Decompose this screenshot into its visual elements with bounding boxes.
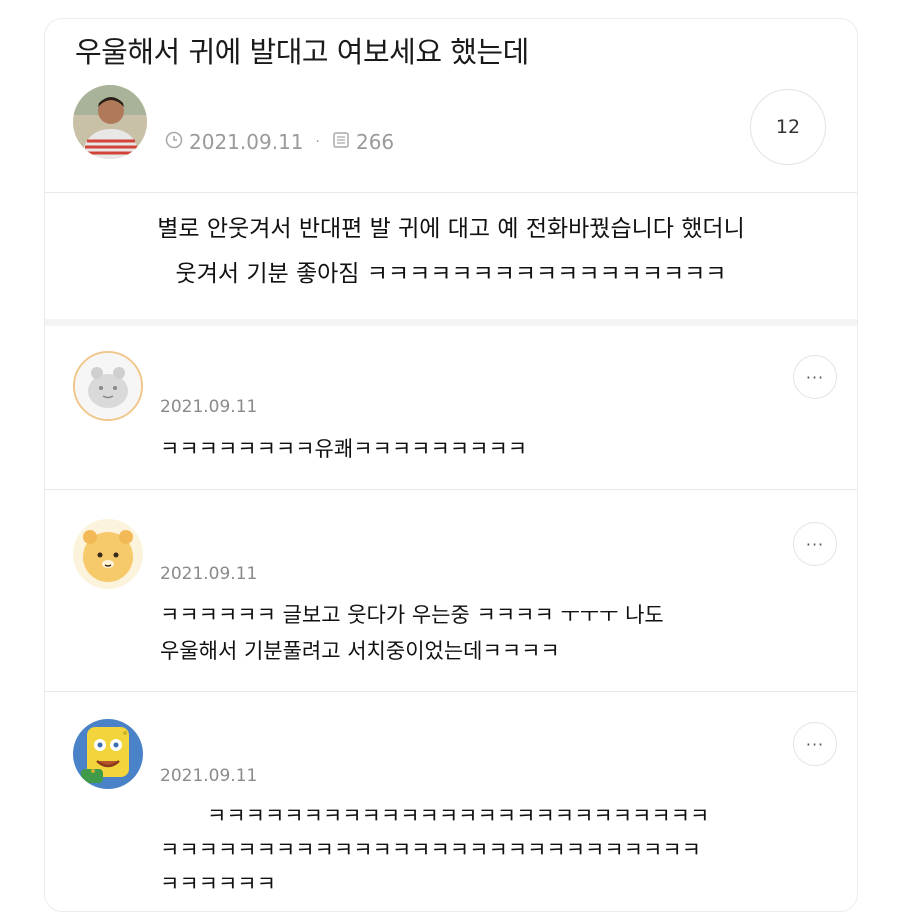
- commenter-avatar[interactable]: [73, 351, 143, 421]
- more-options-button[interactable]: ···: [793, 355, 837, 399]
- post-body-line: 별로 안웃겨서 반대편 발 귀에 대고 예 전화바꿨습니다 했더니: [157, 216, 745, 242]
- section-divider: [45, 319, 857, 326]
- view-count: 266: [355, 130, 395, 154]
- views-icon: [332, 130, 350, 154]
- post-body: 별로 안웃겨서 반대편 발 귀에 대고 예 전화바꿨습니다 했더니 웃겨서 기분…: [45, 207, 857, 297]
- comment-line: 우울해서 기분풀려고 서치중이었는데ㅋㅋㅋㅋ: [160, 639, 560, 663]
- more-options-button[interactable]: ···: [793, 722, 837, 766]
- comment-date: 2021.09.11: [160, 766, 258, 786]
- post-body-line: 웃겨서 기분 좋아짐 ㅋㅋㅋㅋㅋㅋㅋㅋㅋㅋㅋㅋㅋㅋㅋㅋㅋ: [175, 261, 727, 287]
- comment-line: ㅋㅋㅋㅋㅋㅋ 글보고 웃다가 우는중 ㅋㅋㅋㅋ ㅜㅜㅜ 나도: [160, 603, 664, 627]
- commenter-avatar[interactable]: [73, 519, 143, 589]
- commenter-avatar[interactable]: [73, 719, 143, 789]
- comment-divider: [45, 489, 857, 490]
- comment-date: 2021.09.11: [160, 564, 258, 584]
- comment-divider: [45, 691, 857, 692]
- post-meta: 2021.09.11 · 266: [165, 130, 394, 154]
- comment-text: ㅋㅋㅋㅋㅋㅋㅋㅋ유쾌ㅋㅋㅋㅋㅋㅋㅋㅋㅋ: [160, 431, 527, 467]
- comment-line: ㅋㅋㅋㅋㅋㅋ: [160, 872, 276, 896]
- header-divider: [45, 192, 857, 193]
- post-title: 우울해서 귀에 발대고 여보세요 했는데: [75, 35, 529, 69]
- comment-line: ㅋㅋㅋㅋㅋㅋㅋㅋㅋㅋㅋㅋㅋㅋㅋㅋㅋㅋㅋㅋㅋㅋㅋㅋㅋㅋ: [207, 804, 710, 828]
- author-avatar[interactable]: [73, 85, 147, 159]
- comment-count-button[interactable]: 12: [750, 89, 826, 165]
- comment-line: ㅋㅋㅋㅋㅋㅋㅋㅋ유쾌ㅋㅋㅋㅋㅋㅋㅋㅋㅋ: [160, 437, 528, 461]
- meta-separator: ·: [315, 134, 320, 150]
- comment-text: ㅋㅋㅋㅋㅋㅋ 글보고 웃다가 우는중 ㅋㅋㅋㅋ ㅜㅜㅜ 나도 우울해서 기분풀려…: [160, 597, 664, 669]
- post-date: 2021.09.11: [189, 130, 304, 154]
- post-card: 우울해서 귀에 발대고 여보세요 했는데 2021.09.11 · 266 12…: [44, 18, 858, 912]
- clock-icon: [165, 130, 183, 154]
- comment-date: 2021.09.11: [160, 397, 258, 417]
- comment-line: ㅋㅋㅋㅋㅋㅋㅋㅋㅋㅋㅋㅋㅋㅋㅋㅋㅋㅋㅋㅋㅋㅋㅋㅋㅋㅋㅋㅋ: [160, 838, 701, 862]
- comment-text: ㅋㅋㅋㅋㅋㅋㅋㅋㅋㅋㅋㅋㅋㅋㅋㅋㅋㅋㅋㅋㅋㅋㅋㅋㅋㅋ ㅋㅋㅋㅋㅋㅋㅋㅋㅋㅋㅋㅋㅋ…: [160, 799, 709, 901]
- more-options-button[interactable]: ···: [793, 522, 837, 566]
